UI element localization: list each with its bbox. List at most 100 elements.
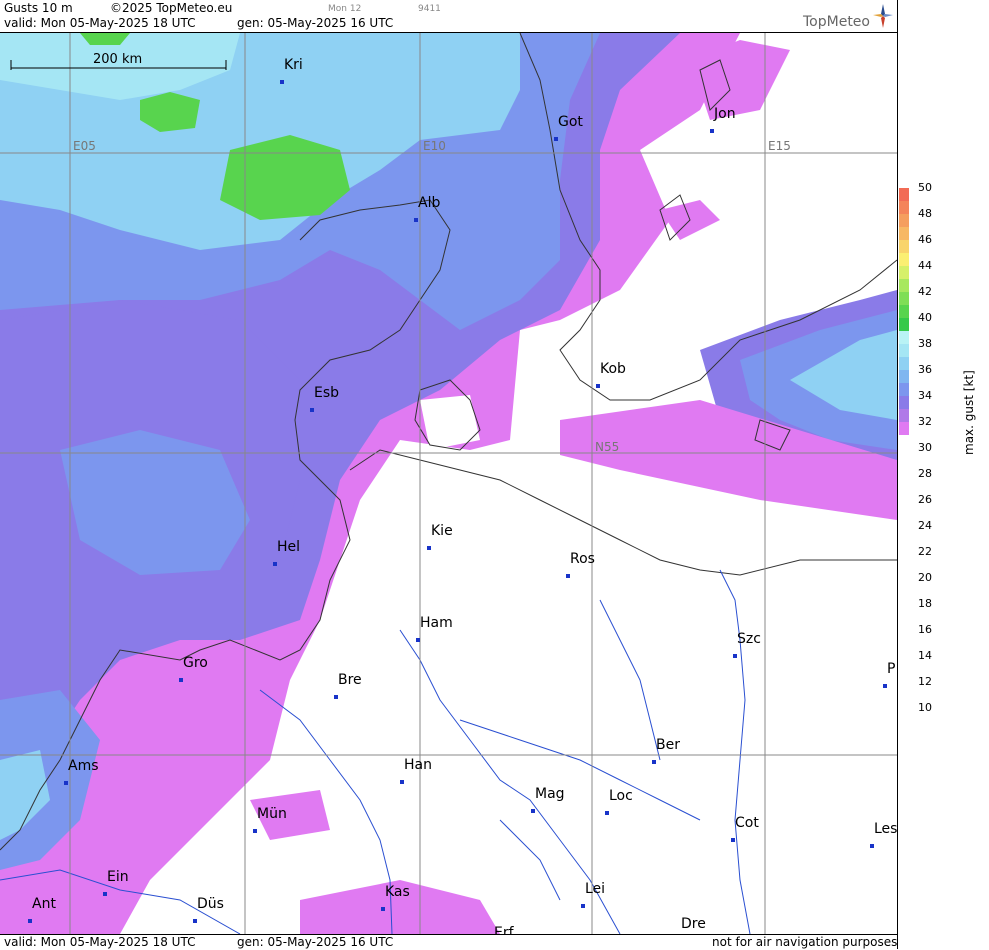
city-label: Ein bbox=[107, 869, 129, 885]
colorbar-segment bbox=[899, 422, 909, 435]
colorbar-tick-label: 26 bbox=[918, 493, 932, 506]
legend-panel bbox=[897, 0, 989, 949]
colorbar-segment bbox=[899, 331, 909, 344]
colorbar-tick-label: 36 bbox=[918, 363, 932, 376]
city-label: Cot bbox=[735, 815, 759, 831]
city-label: Ber bbox=[656, 737, 680, 753]
colorbar bbox=[899, 188, 909, 448]
city-marker[interactable]: Loc bbox=[605, 788, 633, 819]
city-label: Loc bbox=[609, 788, 633, 804]
city-marker[interactable]: Kob bbox=[596, 361, 626, 392]
city-label: Ham bbox=[420, 615, 453, 631]
colorbar-segment bbox=[899, 305, 909, 318]
city-label: Mün bbox=[257, 806, 287, 822]
city-label: Mag bbox=[535, 786, 565, 802]
city-label: Hel bbox=[277, 539, 301, 555]
scale-label: 200 km bbox=[93, 52, 143, 67]
city-marker[interactable]: Ein bbox=[103, 869, 129, 900]
compass-logo-icon bbox=[873, 4, 893, 28]
city-marker[interactable]: Ros bbox=[566, 551, 595, 582]
city-marker[interactable]: Lei bbox=[581, 881, 605, 912]
colorbar-tick-label: 42 bbox=[918, 285, 932, 298]
header-bar: Gusts 10 m ©2025 TopMeteo.eu Mon 12 9411… bbox=[0, 0, 897, 33]
colorbar-segment bbox=[899, 409, 909, 422]
city-label: P bbox=[887, 661, 896, 677]
city-label: Gro bbox=[183, 655, 208, 671]
city-marker[interactable]: Alb bbox=[414, 195, 440, 226]
colorbar-tick-label: 44 bbox=[918, 259, 932, 272]
city-marker[interactable]: Düs bbox=[193, 896, 224, 927]
grid-label-e05: E05 bbox=[73, 139, 96, 153]
city-marker[interactable]: Kri bbox=[280, 57, 303, 88]
colorbar-segment bbox=[899, 318, 909, 331]
grid-label-e10: E10 bbox=[423, 139, 446, 153]
city-label: Les bbox=[874, 821, 897, 837]
colorbar-tick-label: 48 bbox=[918, 207, 932, 220]
city-label: Bre bbox=[338, 672, 362, 688]
city-label: Kob bbox=[600, 361, 626, 377]
city-label: Dre bbox=[681, 916, 706, 932]
colorbar-tick-label: 22 bbox=[918, 545, 932, 558]
city-marker[interactable]: P bbox=[883, 661, 895, 692]
colorbar-segment bbox=[899, 188, 909, 201]
colorbar-tick-label: 20 bbox=[918, 571, 932, 584]
colorbar-tick-label: 14 bbox=[918, 649, 932, 662]
colorbar-tick-label: 18 bbox=[918, 597, 932, 610]
city-label: Szc bbox=[737, 631, 761, 647]
city-label: Ams bbox=[68, 758, 99, 774]
city-label: Erf bbox=[494, 925, 514, 934]
city-marker[interactable]: Ber bbox=[652, 737, 680, 768]
colorbar-segment bbox=[899, 240, 909, 253]
city-marker[interactable]: Kas bbox=[381, 884, 410, 915]
city-marker[interactable]: Gro bbox=[179, 655, 208, 686]
colorbar-segment bbox=[899, 214, 909, 227]
city-label: Jon bbox=[714, 106, 736, 122]
city-label: Lei bbox=[585, 881, 606, 897]
city-marker[interactable]: Hel bbox=[273, 539, 300, 570]
city-marker[interactable]: Jon bbox=[710, 106, 736, 137]
grid-label-e15: E15 bbox=[768, 139, 791, 153]
copyright: ©2025 TopMeteo.eu bbox=[110, 1, 233, 15]
colorbar-title: max. gust [kt] bbox=[962, 370, 976, 455]
colorbar-tick-label: 38 bbox=[918, 337, 932, 350]
footer-generated-time: gen: 05-May-2025 16 UTC bbox=[237, 935, 394, 949]
map-title: Gusts 10 m bbox=[4, 1, 73, 15]
colorbar-segment bbox=[899, 266, 909, 279]
valid-time: valid: Mon 05-May-2025 18 UTC bbox=[4, 16, 196, 30]
colorbar-segment bbox=[899, 292, 909, 305]
colorbar-segment bbox=[899, 435, 909, 448]
city-marker[interactable]: Cot bbox=[731, 815, 759, 846]
city-label: Kie bbox=[431, 523, 453, 539]
city-label: Han bbox=[404, 757, 432, 773]
city-marker[interactable]: Mün bbox=[253, 806, 287, 837]
city-marker[interactable]: Les bbox=[870, 821, 897, 852]
map-canvas bbox=[0, 33, 897, 934]
colorbar-tick-label: 30 bbox=[918, 441, 932, 454]
colorbar-segment bbox=[899, 344, 909, 357]
weather-map[interactable]: 200 km E05 E10 E15 N55 Kri Got Jon Alb E… bbox=[0, 33, 897, 934]
city-marker[interactable]: Han bbox=[400, 757, 432, 788]
city-label: Ant bbox=[32, 896, 56, 912]
city-label: Kri bbox=[284, 57, 303, 73]
colorbar-tick-label: 40 bbox=[918, 311, 932, 324]
city-marker[interactable]: Kie bbox=[427, 523, 453, 554]
city-marker[interactable]: Bre bbox=[334, 672, 362, 703]
grid-label-n55: N55 bbox=[595, 440, 620, 454]
topmeteo-logo: TopMeteo bbox=[803, 14, 870, 30]
small-label-a: Mon 12 bbox=[328, 4, 362, 14]
colorbar-tick-label: 10 bbox=[918, 701, 932, 714]
colorbar-tick-label: 46 bbox=[918, 233, 932, 246]
city-marker[interactable]: Ant bbox=[28, 896, 56, 927]
city-marker[interactable]: Ams bbox=[64, 758, 99, 789]
colorbar-segment bbox=[899, 357, 909, 370]
colorbar-segment bbox=[899, 396, 909, 409]
colorbar-segment bbox=[899, 279, 909, 292]
colorbar-tick-label: 28 bbox=[918, 467, 932, 480]
colorbar-segment bbox=[899, 201, 909, 214]
footer-note: not for air navigation purposes bbox=[712, 935, 898, 949]
city-marker[interactable]: Esb bbox=[310, 385, 339, 416]
city-marker[interactable]: Ham bbox=[416, 615, 453, 646]
city-marker[interactable]: Szc bbox=[733, 631, 761, 662]
city-marker[interactable]: Got bbox=[554, 114, 583, 145]
city-marker[interactable]: Mag bbox=[531, 786, 565, 817]
